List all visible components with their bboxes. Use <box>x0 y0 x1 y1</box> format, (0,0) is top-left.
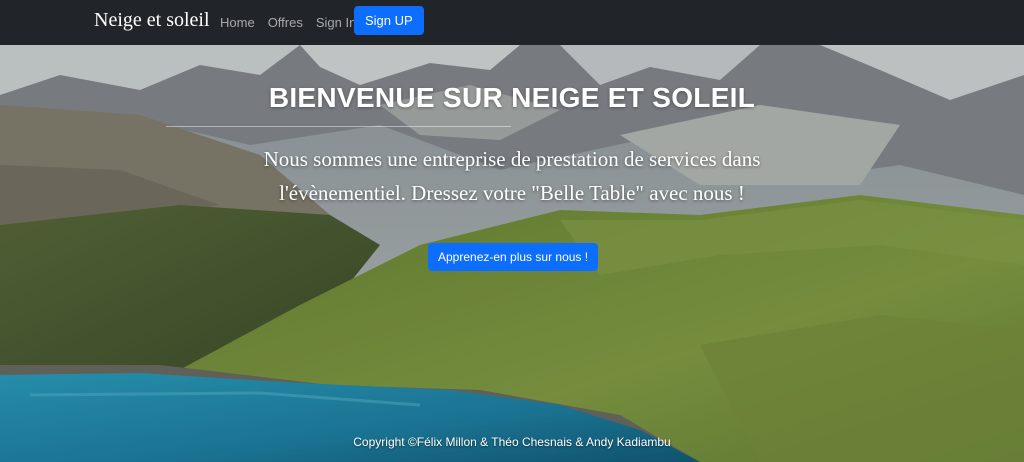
footer-copyright: Copyright ©Félix Millon & Théo Chesnais … <box>353 435 671 449</box>
nav-link-sign-in[interactable]: Sign In <box>316 15 356 30</box>
nav-link-home[interactable]: Home <box>220 15 255 30</box>
hero-lead-text: Nous sommes une entreprise de prestation… <box>263 147 761 205</box>
nav-links: Home Offres Sign In <box>220 0 369 45</box>
navbar: Neige et soleil Home Offres Sign In Sign… <box>0 0 1024 45</box>
sign-up-button[interactable]: Sign UP <box>354 6 424 35</box>
hero-title: BIENVENUE SUR NEIGE ET SOLEIL <box>268 82 756 113</box>
brand-logo-link[interactable]: Neige et soleil <box>94 9 210 32</box>
hero-divider <box>166 126 511 127</box>
learn-more-button[interactable]: Apprenez-en plus sur nous ! <box>428 243 599 271</box>
nav-link-offres[interactable]: Offres <box>268 15 303 30</box>
hero-section: BIENVENUE SUR NEIGE ET SOLEIL Nous somme… <box>0 45 1024 462</box>
